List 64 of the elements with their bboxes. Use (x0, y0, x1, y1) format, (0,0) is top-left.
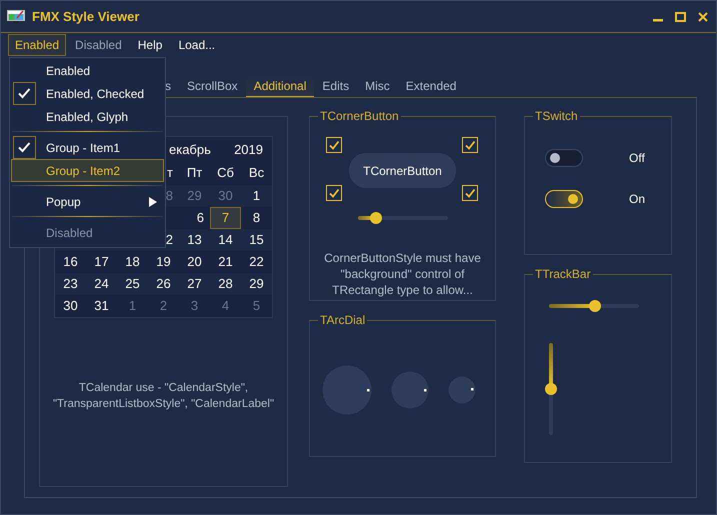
window-title: FMX Style Viewer (32, 9, 140, 24)
calendar-year: 2019 (234, 142, 263, 156)
calendar-day[interactable]: 25 (117, 273, 148, 295)
calendar-day[interactable]: 17 (86, 251, 117, 273)
close-icon[interactable] (698, 12, 708, 22)
calendar-day[interactable]: 19 (148, 251, 179, 273)
checkbox[interactable] (326, 185, 342, 201)
calendar-day[interactable]: 13 (179, 229, 210, 251)
group-title: TTrackBar (534, 267, 592, 281)
calendar-day[interactable]: 20 (179, 251, 210, 273)
weekday-label: т (166, 164, 174, 182)
calendar-day[interactable]: 29 (241, 273, 272, 295)
calendar-month: екабрь (169, 142, 211, 156)
switch-label: Off (629, 151, 645, 165)
calendar-day[interactable]: 21 (210, 251, 241, 273)
menu-item[interactable]: Enabled, Glyph (11, 105, 164, 128)
tab[interactable]: ScrollBox (179, 76, 246, 97)
menu-item[interactable]: Group - Item2 (11, 159, 164, 182)
checkbox[interactable] (462, 137, 478, 153)
calendar-day[interactable]: 7 (210, 207, 241, 229)
menu-item[interactable]: Enabled (11, 59, 164, 82)
corner-button[interactable]: TCornerButton (349, 153, 456, 188)
weekday-label: Вс (248, 164, 266, 182)
weekday-label: Пт (186, 164, 204, 182)
calendar-day[interactable]: 6 (179, 207, 210, 229)
group-title: TSwitch (534, 109, 579, 123)
app-icon (7, 10, 25, 24)
weekday-label: Сб (216, 164, 235, 182)
calendar-day[interactable]: 14 (210, 229, 241, 251)
calendar-day[interactable]: 27 (179, 273, 210, 295)
toggle-switch[interactable] (545, 149, 583, 167)
menu-item[interactable]: Help (130, 34, 170, 56)
menu-item[interactable]: Enabled, Checked (11, 82, 164, 105)
calendar-day[interactable]: 22 (241, 251, 272, 273)
menu-item[interactable]: Enabled (8, 34, 66, 56)
maximize-icon[interactable] (675, 12, 686, 22)
submenu-arrow-icon (149, 196, 157, 206)
calendar-day[interactable]: 23 (55, 273, 86, 295)
tab[interactable]: Misc (357, 76, 398, 97)
tab[interactable]: Edits (314, 76, 358, 97)
calendar-day[interactable]: 30 (55, 295, 86, 317)
group-title: TArcDial (319, 313, 366, 327)
calendar-day[interactable]: 26 (148, 273, 179, 295)
menu-item[interactable]: Load... (171, 34, 222, 56)
menu-item[interactable]: Popup (11, 190, 164, 213)
calendar-day[interactable]: 24 (86, 273, 117, 295)
calendar-day[interactable]: 1 (241, 185, 272, 207)
calendar-day[interactable]: 15 (241, 229, 272, 251)
calendar-note: TCalendar use - "CalendarStyle", "TransparentListboxStyle", "CalendarLabel" (52, 381, 276, 412)
checkbox[interactable] (462, 185, 478, 201)
calendar-day[interactable]: 28 (210, 273, 241, 295)
menu-item[interactable]: Group - Item1 (11, 136, 164, 159)
calendar-day[interactable]: 18 (117, 251, 148, 273)
tab[interactable]: Extended (398, 76, 464, 97)
group-title: TCornerButton (319, 109, 400, 123)
calendar-day[interactable]: 16 (55, 251, 86, 273)
trackbar-thumb[interactable] (545, 383, 557, 395)
calendar-day[interactable]: 31 (86, 295, 117, 317)
checkbox[interactable] (326, 137, 342, 153)
slider-thumb[interactable] (370, 212, 382, 224)
trackbar-thumb[interactable] (588, 300, 601, 312)
calendar-day[interactable]: 8 (241, 207, 272, 229)
switch-label: On (629, 192, 646, 206)
corner-button-note: CornerButtonStyle must have "background" control of TRectangle type to allow... (323, 250, 482, 298)
